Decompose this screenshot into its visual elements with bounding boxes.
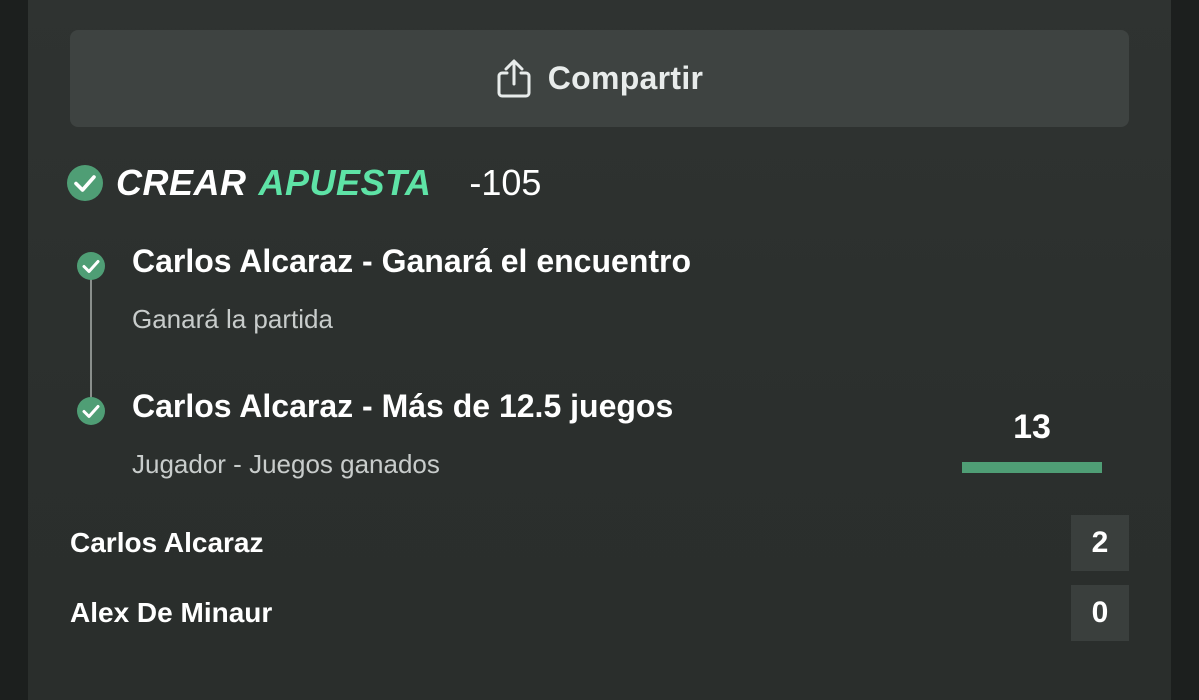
leg-subtitle: Jugador - Juegos ganados <box>132 449 440 479</box>
player-name: Carlos Alcaraz <box>70 527 264 558</box>
leg-title: Carlos Alcaraz - Ganará el encuentro <box>132 243 692 279</box>
leg-subtitle: Ganará la partida <box>132 304 333 334</box>
leg-title: Carlos Alcaraz - Más de 12.5 juegos <box>132 388 674 424</box>
leg-progress-bar <box>962 462 1102 473</box>
bet-header: CREAR APUESTA -105 <box>66 160 541 206</box>
leg-progress-fill <box>962 462 1102 473</box>
bet-title-part1: CREAR <box>116 162 247 203</box>
timeline-connector <box>90 268 92 408</box>
score-row: Alex De Minaur 0 <box>70 585 1129 641</box>
leg-progress-value: 13 <box>1013 408 1051 446</box>
bet-title: CREAR APUESTA <box>116 162 431 204</box>
score-row: Carlos Alcaraz 2 <box>70 515 1129 571</box>
share-icon <box>497 59 531 97</box>
bet-title-part2: APUESTA <box>258 162 432 203</box>
bet-detail-page: Compartir CREAR APUESTA -105 Carlos Alcar… <box>0 0 1199 700</box>
bet-card: Compartir CREAR APUESTA -105 Carlos Alcar… <box>28 0 1171 700</box>
share-button[interactable]: Compartir <box>70 30 1129 127</box>
check-circle-icon <box>67 165 103 201</box>
share-label: Compartir <box>547 60 704 96</box>
bet-odds: -105 <box>469 162 542 203</box>
player-score: 0 <box>1071 585 1129 641</box>
leg-check-icon <box>77 252 105 280</box>
player-score: 2 <box>1071 515 1129 571</box>
player-name: Alex De Minaur <box>70 597 273 628</box>
leg-check-icon <box>77 397 105 425</box>
